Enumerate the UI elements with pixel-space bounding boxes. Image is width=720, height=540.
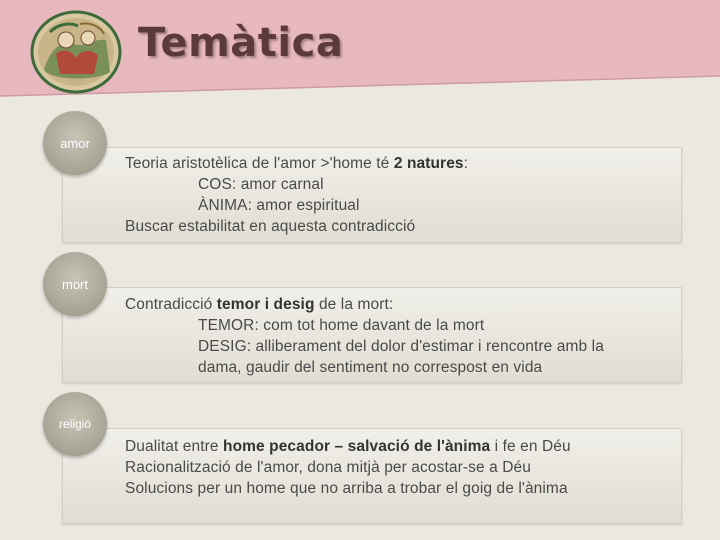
section-line: Contradicció temor i desig de la mort:: [125, 296, 394, 313]
section-circle-religio: religió: [43, 392, 107, 456]
section-line: COS: amor carnal: [198, 176, 324, 193]
section-line: TEMOR: com tot home davant de la mort: [198, 317, 485, 334]
section-line: DESIG: alliberament del dolor d'estimar …: [198, 338, 604, 355]
section-line: Dualitat entre home pecador – salvació d…: [125, 438, 571, 455]
section-line: Solucions per un home que no arriba a tr…: [125, 480, 568, 497]
section-line: dama, gaudir del sentiment no correspost…: [198, 359, 543, 376]
section-line: ÀNIMA: amor espiritual: [198, 197, 360, 214]
page-title: Temàtica: [138, 20, 344, 66]
section-label-mort: mort: [62, 277, 88, 292]
section-line: Teoria aristotèlica de l'amor >'home té …: [125, 155, 469, 172]
medieval-illustration-logo: [30, 10, 122, 94]
section-label-religio: religió: [58, 417, 91, 431]
section-circle-mort: mort: [43, 252, 107, 316]
section-line: Racionalització de l'amor, dona mitjà pe…: [125, 459, 531, 476]
section-circle-amor: amor: [43, 111, 107, 175]
section-label-amor: amor: [60, 136, 90, 151]
section-line: Buscar estabilitat en aquesta contradicc…: [125, 218, 416, 235]
